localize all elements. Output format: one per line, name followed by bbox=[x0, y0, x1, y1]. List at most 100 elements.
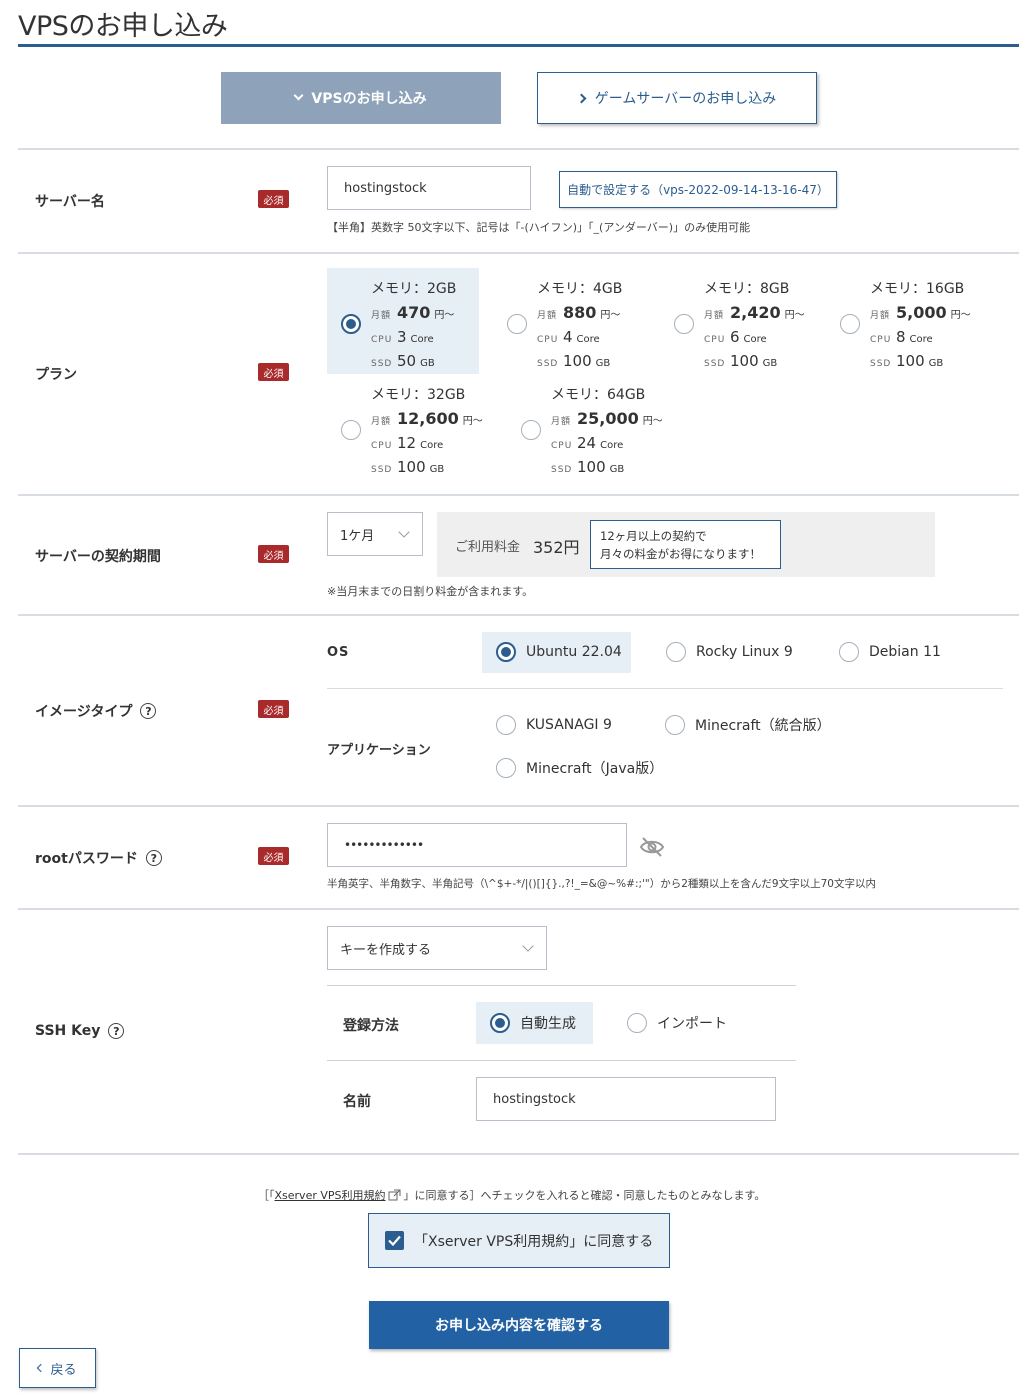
divider bbox=[18, 148, 1019, 150]
plan-price: 470 bbox=[397, 303, 431, 322]
root-password-note: 半角英字、半角数字、半角記号（\^$+-*/|()[]{}.,?!_=&@~%#… bbox=[327, 878, 876, 890]
terms-agree-label: 「Xserver VPS利用規約」に同意する bbox=[414, 1233, 654, 1250]
plan-option[interactable]: メモリ：16GB 月額 5,000 円～ CPU 8 Core SSD 100 GB bbox=[840, 278, 971, 375]
plan-ssd-key: SSD bbox=[371, 359, 393, 369]
radio-icon bbox=[627, 1013, 647, 1033]
app-option-minecraft-java[interactable]: Minecraft（Java版） bbox=[496, 758, 663, 778]
ssh-key-select[interactable]: キーを作成する bbox=[327, 926, 547, 970]
radio-checked-icon bbox=[496, 642, 516, 662]
ssh-key-label-text: SSH Key bbox=[35, 1023, 101, 1039]
method-label: 登録方法 bbox=[343, 1018, 399, 1034]
eye-off-icon[interactable] bbox=[639, 835, 665, 859]
plan-month-key: 月額 bbox=[870, 311, 891, 321]
os-option-label: Debian 11 bbox=[869, 644, 941, 660]
app-option-kusanagi[interactable]: KUSANAGI 9 bbox=[496, 715, 612, 735]
os-option-label: Rocky Linux 9 bbox=[696, 644, 793, 660]
terms-agree-checkbox[interactable]: 「Xserver VPS利用規約」に同意する bbox=[368, 1213, 670, 1268]
discount-tip-line2: 月々の料金がお得になります！ bbox=[600, 547, 761, 561]
plan-price-unit: 円～ bbox=[434, 310, 455, 321]
plan-cpu-key: CPU bbox=[551, 441, 573, 451]
radio-checked-icon bbox=[341, 313, 361, 334]
plan-cpu-key: CPU bbox=[371, 335, 393, 345]
method-option-import[interactable]: インポート bbox=[627, 1013, 727, 1033]
os-option-debian[interactable]: Debian 11 bbox=[839, 642, 941, 662]
plan-cpu-key: CPU bbox=[537, 335, 559, 345]
chevron-right-icon bbox=[576, 93, 587, 103]
plan-cpu-unit: Core bbox=[909, 334, 933, 345]
tab-game[interactable]: ゲームサーバーのお申し込み bbox=[537, 72, 817, 124]
divider bbox=[18, 908, 1019, 910]
terms-link[interactable]: Xserver VPS利用規約 bbox=[275, 1187, 386, 1203]
method-option-label: インポート bbox=[657, 1016, 727, 1032]
back-button[interactable]: 戻る bbox=[19, 1348, 96, 1388]
back-button-label: 戻る bbox=[50, 1362, 77, 1378]
app-option-label: Minecraft（Java版） bbox=[526, 761, 664, 777]
plan-cpu-unit: Core bbox=[743, 334, 767, 345]
image-divider bbox=[327, 688, 1003, 689]
radio-icon bbox=[665, 715, 685, 735]
help-icon[interactable]: ? bbox=[145, 850, 162, 866]
plan-cpu: 6 bbox=[730, 328, 740, 346]
method-option-auto[interactable]: 自動生成 bbox=[490, 1013, 576, 1033]
plan-month-key: 月額 bbox=[551, 417, 572, 427]
plan-price-unit: 円～ bbox=[642, 416, 663, 427]
plan-option[interactable]: メモリ：4GB 月額 880 円～ CPU 4 Core SSD 100 GB bbox=[507, 278, 622, 375]
checkbox-checked-icon bbox=[385, 1231, 404, 1250]
plan-price-unit: 円～ bbox=[950, 310, 971, 321]
plan-memory: メモリ：16GB bbox=[870, 281, 965, 297]
plan-option[interactable]: メモリ：8GB 月額 2,420 円～ CPU 6 Core SSD 100 GB bbox=[674, 278, 805, 375]
app-option-minecraft-bedrock[interactable]: Minecraft（統合版） bbox=[665, 715, 831, 735]
plan-ssd-unit: GB bbox=[595, 358, 611, 369]
plan-price: 25,000 bbox=[577, 409, 639, 428]
radio-icon bbox=[666, 642, 686, 662]
server-name-label: サーバー名 bbox=[35, 191, 105, 211]
plan-option[interactable]: メモリ：32GB 月額 12,600 円～ CPU 12 Core SSD 100 GB bbox=[341, 384, 483, 481]
plan-cpu: 4 bbox=[563, 328, 573, 346]
page-title: VPSのお申し込み bbox=[18, 11, 228, 42]
plan-cpu-key: CPU bbox=[371, 441, 393, 451]
plan-price: 5,000 bbox=[896, 303, 947, 322]
fee-value: 352円 bbox=[533, 538, 580, 557]
help-icon[interactable]: ? bbox=[108, 1023, 125, 1039]
image-type-label-text: イメージタイプ bbox=[35, 704, 133, 720]
os-option-rocky[interactable]: Rocky Linux 9 bbox=[666, 642, 793, 662]
chevron-down-icon bbox=[398, 526, 410, 538]
confirm-button[interactable]: お申し込み内容を確認する bbox=[369, 1301, 669, 1349]
period-select[interactable]: 1ケ月 bbox=[327, 512, 423, 556]
plan-memory: メモリ：64GB bbox=[551, 387, 646, 403]
server-name-note: 【半角】英数字 50文字以下、記号は「-(ハイフン)」「_(アンダーバー)」のみ… bbox=[327, 221, 751, 234]
check-icon bbox=[388, 1235, 401, 1246]
period-label-text: サーバーの契約期間 bbox=[35, 549, 161, 565]
os-label: OS bbox=[327, 645, 350, 660]
plan-cpu: 24 bbox=[577, 434, 597, 452]
required-badge: 必須 bbox=[258, 363, 289, 381]
method-option-label: 自動生成 bbox=[520, 1016, 576, 1032]
ssh-key-select-value: キーを作成する bbox=[340, 942, 432, 958]
plan-ssd: 100 bbox=[397, 458, 426, 476]
os-option-ubuntu[interactable]: Ubuntu 22.04 bbox=[496, 642, 622, 662]
divider bbox=[18, 614, 1019, 616]
chevron-down-icon bbox=[522, 940, 534, 952]
auto-set-button[interactable]: 自動で設定する（vps-2022-09-14-13-16-47） bbox=[559, 171, 837, 208]
root-password-input[interactable]: ••••••••••••• bbox=[327, 823, 627, 867]
radio-icon bbox=[839, 642, 859, 662]
help-icon[interactable]: ? bbox=[140, 703, 157, 719]
server-name-input[interactable]: hostingstock bbox=[327, 166, 531, 210]
discount-tip-line1: 12ヶ月以上の契約で bbox=[600, 529, 707, 543]
plan-ssd-key: SSD bbox=[704, 359, 726, 369]
plan-option[interactable]: メモリ：64GB 月額 25,000 円～ CPU 24 Core SSD 100 GB bbox=[521, 384, 663, 481]
os-option-label: Ubuntu 22.04 bbox=[526, 644, 622, 660]
radio-icon bbox=[840, 313, 860, 334]
plan-label: プラン bbox=[35, 364, 77, 384]
app-label: アプリケーション bbox=[327, 743, 431, 758]
plan-ssd-unit: GB bbox=[762, 358, 778, 369]
tab-vps[interactable]: VPSのお申し込み bbox=[221, 72, 501, 124]
plan-option[interactable]: メモリ：2GB 月額 470 円～ CPU 3 Core SSD 50 GB bbox=[341, 278, 456, 375]
plan-cpu-unit: Core bbox=[420, 440, 444, 451]
required-badge: 必須 bbox=[258, 700, 289, 718]
plan-label-text: プラン bbox=[35, 367, 77, 383]
plan-ssd-unit: GB bbox=[928, 358, 944, 369]
plan-month-key: 月額 bbox=[537, 311, 558, 321]
plan-cpu: 12 bbox=[397, 434, 417, 452]
ssh-name-input[interactable]: hostingstock bbox=[476, 1077, 776, 1121]
